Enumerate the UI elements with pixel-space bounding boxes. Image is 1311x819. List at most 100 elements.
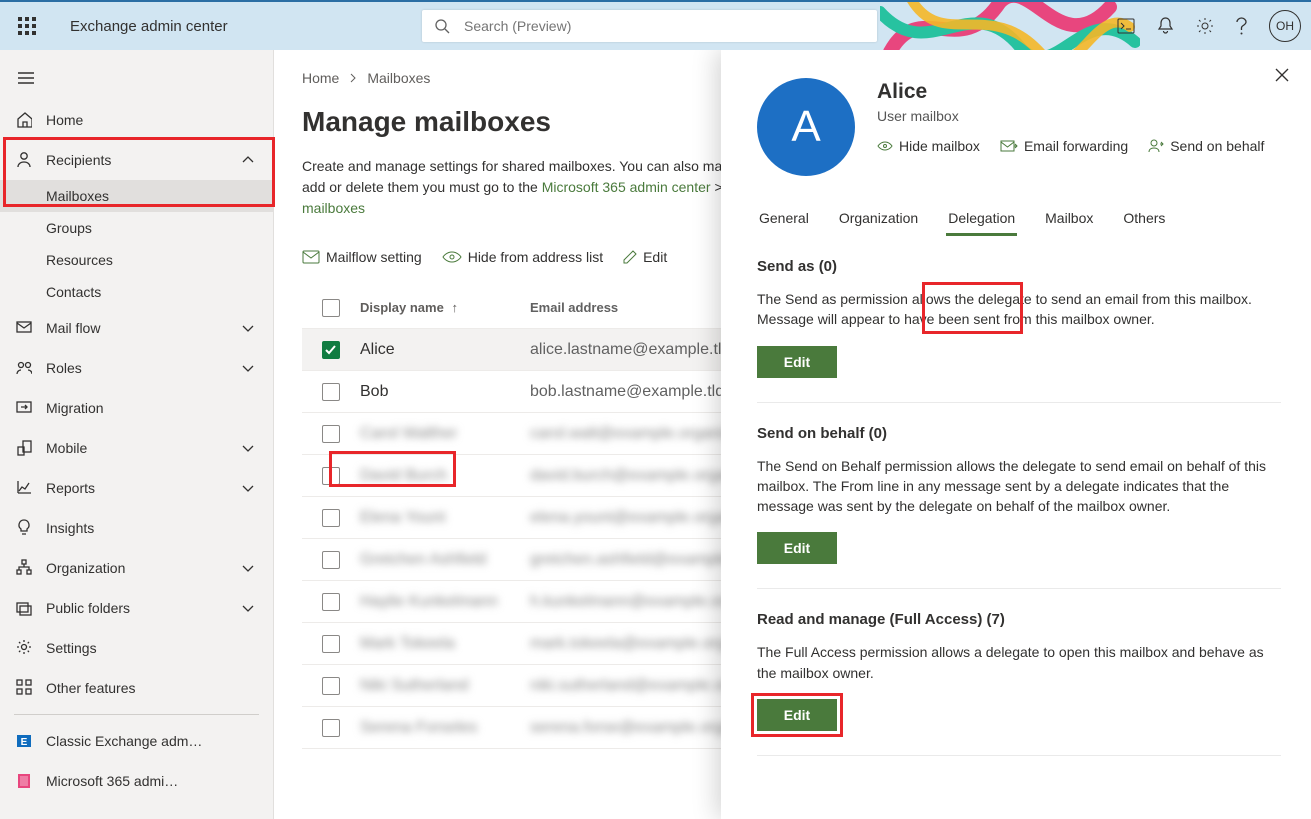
row-checkbox[interactable] xyxy=(322,719,340,737)
nav-item-contacts[interactable]: Contacts xyxy=(0,276,273,308)
edit-button[interactable]: Edit xyxy=(757,532,837,564)
breadcrumb-leaf: Mailboxes xyxy=(367,70,430,86)
nav-item-mobile[interactable]: Mobile xyxy=(0,428,273,468)
panel-close[interactable] xyxy=(1275,68,1289,82)
folders-icon xyxy=(16,599,32,617)
nav-item-recipients[interactable]: Recipients xyxy=(0,140,273,180)
cmd-hide[interactable]: Hide from address list xyxy=(442,249,603,265)
person-arrow-icon xyxy=(1148,139,1164,153)
close-icon xyxy=(1275,68,1289,82)
row-checkbox[interactable] xyxy=(322,635,340,653)
nav-item-other-features[interactable]: Other features xyxy=(0,668,273,708)
org-icon xyxy=(16,559,32,577)
chevron-down-icon xyxy=(241,602,255,614)
nav-item-home[interactable]: Home xyxy=(0,100,273,140)
nav-item-groups[interactable]: Groups xyxy=(0,212,273,244)
console-icon[interactable] xyxy=(1117,18,1135,34)
product-title: Exchange admin center xyxy=(70,18,228,35)
nav-item-resources[interactable]: Resources xyxy=(0,244,273,276)
section-desc: The Full Access permission allows a dele… xyxy=(757,642,1281,683)
tab-delegation[interactable]: Delegation xyxy=(946,204,1017,236)
nav-item-settings[interactable]: Settings xyxy=(0,628,273,668)
gear-icon xyxy=(16,639,32,657)
search-input[interactable] xyxy=(462,17,877,35)
nav-item-organization[interactable]: Organization xyxy=(0,548,273,588)
quick-hide[interactable]: Hide mailbox xyxy=(877,138,980,154)
row-checkbox[interactable] xyxy=(322,467,340,485)
account-avatar[interactable]: OH xyxy=(1269,10,1301,42)
chevron-down-icon xyxy=(241,482,255,494)
section-title: Read and manage (Full Access) (7) xyxy=(757,611,1281,628)
tab-mailbox[interactable]: Mailbox xyxy=(1043,204,1095,236)
select-all-checkbox[interactable] xyxy=(322,299,340,317)
gear-icon[interactable] xyxy=(1196,17,1214,35)
bell-icon[interactable] xyxy=(1157,17,1174,35)
reports-icon xyxy=(16,479,32,497)
person-icon xyxy=(16,151,32,169)
row-name: Elena Yount xyxy=(360,509,530,527)
mailflow-icon xyxy=(302,250,320,264)
top-right-icons: OH xyxy=(1117,10,1301,42)
tab-organization[interactable]: Organization xyxy=(837,204,920,236)
eye-icon xyxy=(877,140,893,152)
intro-link-admin[interactable]: Microsoft 365 admin center xyxy=(542,179,711,195)
nav-item-roles[interactable]: Roles xyxy=(0,348,273,388)
row-name: Serena Forseles xyxy=(360,719,530,737)
row-name: Niki Sutherland xyxy=(360,677,530,695)
nav-item-insights[interactable]: Insights xyxy=(0,508,273,548)
nav-item-mailboxes[interactable]: Mailboxes xyxy=(0,180,273,212)
home-icon xyxy=(16,111,32,129)
svg-text:E: E xyxy=(21,737,28,748)
section-1: Send on behalf (0) The Send on Behalf pe… xyxy=(757,425,1281,590)
chevron-down-icon xyxy=(241,362,255,374)
section-0: Send as (0) The Send as permission allow… xyxy=(757,258,1281,403)
quick-forward[interactable]: Email forwarding xyxy=(1000,138,1128,154)
chevron-right-icon xyxy=(349,73,357,83)
nav-item-public-folders[interactable]: Public folders xyxy=(0,588,273,628)
main-content: Home Mailboxes Manage mailboxes Create a… xyxy=(274,50,1311,819)
nav-footer-1[interactable]: Microsoft 365 admi… xyxy=(0,761,273,801)
cmd-mailflow[interactable]: Mailflow setting xyxy=(302,249,422,265)
row-name: Alice xyxy=(360,341,530,359)
search-box[interactable] xyxy=(422,10,877,42)
help-icon[interactable] xyxy=(1236,17,1247,35)
sidebar-toggle[interactable] xyxy=(0,56,273,100)
cmd-edit[interactable]: Edit xyxy=(623,249,667,265)
app-launcher-icon[interactable] xyxy=(18,17,36,35)
row-checkbox[interactable] xyxy=(322,383,340,401)
nav-footer-0[interactable]: EClassic Exchange adm… xyxy=(0,721,273,761)
nav-item-mail-flow[interactable]: Mail flow xyxy=(0,308,273,348)
edit-button[interactable]: Edit xyxy=(757,699,837,731)
row-name: Carol Walther xyxy=(360,425,530,443)
chevron-down-icon xyxy=(241,562,255,574)
row-checkbox[interactable] xyxy=(322,509,340,527)
row-checkbox[interactable] xyxy=(322,425,340,443)
edit-button[interactable]: Edit xyxy=(757,346,837,378)
row-checkbox[interactable] xyxy=(322,677,340,695)
chevron-down-icon xyxy=(241,322,255,334)
section-2: Read and manage (Full Access) (7) The Fu… xyxy=(757,611,1281,756)
top-bar: Exchange admin center OH xyxy=(0,0,1311,50)
col-display-name[interactable]: Display name ↑ xyxy=(360,300,530,315)
nav-item-reports[interactable]: Reports xyxy=(0,468,273,508)
row-checkbox[interactable] xyxy=(322,551,340,569)
row-checkbox[interactable] xyxy=(322,341,340,359)
row-name: Mark Tokeela xyxy=(360,635,530,653)
breadcrumb-root[interactable]: Home xyxy=(302,70,339,86)
quick-actions: Hide mailbox Email forwarding Send on be… xyxy=(877,138,1281,154)
roles-icon xyxy=(16,359,32,377)
row-name: David Burch xyxy=(360,467,530,485)
forward-icon xyxy=(1000,140,1018,152)
section-desc: The Send as permission allows the delega… xyxy=(757,289,1281,330)
tab-others[interactable]: Others xyxy=(1121,204,1167,236)
panel-subtitle: User mailbox xyxy=(877,108,1281,124)
tab-general[interactable]: General xyxy=(757,204,811,236)
nav-item-migration[interactable]: Migration xyxy=(0,388,273,428)
quick-behalf[interactable]: Send on behalf xyxy=(1148,138,1264,154)
mobile-icon xyxy=(16,439,32,457)
row-checkbox[interactable] xyxy=(322,593,340,611)
panel-tabs: General Organization Delegation Mailbox Othe… xyxy=(757,204,1281,236)
ex-icon: E xyxy=(16,732,32,750)
mail-icon xyxy=(16,319,32,337)
section-title: Send on behalf (0) xyxy=(757,425,1281,442)
